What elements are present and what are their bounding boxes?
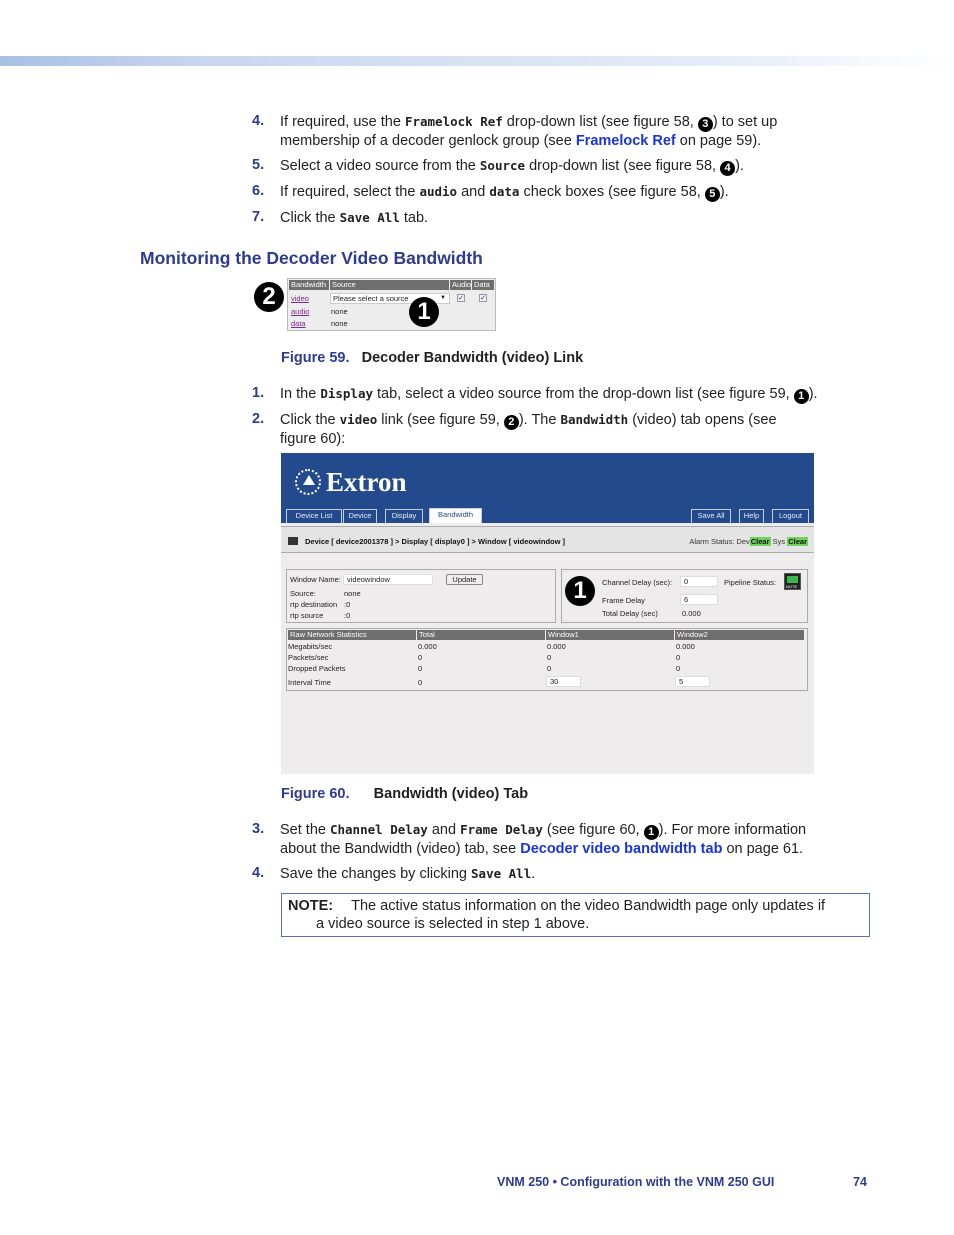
ui-term: audio: [419, 184, 458, 199]
decoder-video-bandwidth-tab-link[interactable]: Decoder video bandwidth tab: [520, 841, 722, 857]
column-header-audio: Audio: [450, 280, 472, 290]
ui-term: Framelock Ref: [404, 114, 503, 129]
extron-logo-icon: [295, 469, 321, 495]
tab-save-all[interactable]: Save All: [691, 509, 731, 523]
alarm-status: Alarm Status: DevClear Sys Clear: [689, 537, 808, 546]
window2-interval-input[interactable]: 5: [675, 676, 710, 687]
audio-link[interactable]: audio: [291, 307, 309, 316]
note-label: NOTE:: [288, 898, 334, 914]
callout-2-icon: 2: [254, 282, 284, 312]
tab-logout[interactable]: Logout: [772, 509, 809, 523]
pipeline-status-icon: [784, 573, 801, 590]
header-gradient-band: [0, 56, 954, 66]
tab-device-list[interactable]: Device List: [286, 509, 342, 523]
dropdown-arrow-icon: ▼: [440, 295, 446, 301]
source-value: none: [344, 589, 361, 598]
column-header-bandwidth: Bandwidth: [289, 280, 329, 290]
callout-icon: 1: [793, 389, 809, 404]
ui-term: video: [339, 412, 378, 427]
data-link[interactable]: data: [291, 319, 306, 328]
ui-term: data: [489, 184, 520, 199]
data-source-value: none: [331, 319, 348, 328]
ui-term: Channel Delay: [329, 822, 428, 837]
note-box: NOTE: The active status information on th…: [281, 893, 870, 937]
ui-term: Save All: [339, 210, 400, 225]
ui-term: Save All: [471, 866, 532, 881]
audio-source-value: none: [331, 307, 348, 316]
video-link[interactable]: video: [291, 294, 309, 303]
stats-header-window2: Window2: [675, 630, 804, 640]
ui-term: Frame Delay: [460, 822, 543, 837]
callout-icon: 3: [697, 117, 713, 132]
ui-term: Bandwidth: [560, 412, 629, 427]
audio-checkbox[interactable]: ✓: [457, 294, 465, 302]
section-heading: Monitoring the Decoder Video Bandwidth: [140, 248, 483, 268]
extron-logo: Extron: [295, 467, 407, 498]
frame-delay-input[interactable]: 6: [680, 594, 718, 605]
figure-60-caption: Figure 60. Bandwidth (video) Tab: [281, 786, 529, 802]
total-delay-value: 0.000: [682, 609, 701, 618]
stats-header-total: Total: [417, 630, 545, 640]
page-number: 74: [853, 1175, 867, 1189]
callout-icon: 4: [720, 161, 736, 176]
callout-1-icon: 1: [565, 576, 595, 606]
callout-icon: 5: [704, 187, 720, 202]
ui-term: Source: [479, 158, 526, 173]
callout-1-icon: 1: [409, 297, 439, 327]
callout-icon: 1: [643, 825, 659, 840]
figure-59-bandwidth-table: Bandwidth Source Audio Data video Please…: [287, 278, 496, 331]
data-checkbox[interactable]: ✓: [479, 294, 487, 302]
window1-interval-input[interactable]: 30: [546, 676, 581, 687]
breadcrumb: Device [ device2001378 ] > Display [ dis…: [305, 537, 566, 546]
update-button[interactable]: Update: [446, 574, 483, 585]
rtp-destination-value: :0: [344, 600, 351, 609]
dev-status-badge: Clear: [749, 537, 771, 546]
app-banner: Extron Device List Device Display Bandwi…: [281, 453, 814, 523]
sys-status-badge: Clear: [787, 537, 808, 546]
footer-title: VNM 250 • Configuration with the VNM 250…: [497, 1175, 775, 1189]
figure-59-caption: Figure 59. Decoder Bandwidth (video) Lin…: [281, 350, 584, 366]
framelock-ref-link[interactable]: Framelock Ref: [576, 133, 676, 149]
column-header-source: Source: [330, 280, 449, 290]
rtp-source-value: :0: [344, 611, 351, 620]
window-name-input[interactable]: videowindow: [343, 574, 433, 585]
window-icon: [288, 537, 298, 545]
tab-help[interactable]: Help: [739, 509, 764, 523]
column-header-data: Data: [472, 280, 494, 290]
tab-device[interactable]: Device: [343, 509, 377, 523]
figure-60-bandwidth-tab-screenshot: Extron Device List Device Display Bandwi…: [281, 453, 814, 774]
tab-display[interactable]: Display: [385, 509, 423, 523]
callout-icon: 2: [503, 415, 519, 430]
stats-header-window1: Window1: [546, 630, 674, 640]
ui-term: Display: [320, 386, 373, 401]
channel-delay-input[interactable]: 0: [680, 576, 718, 587]
stats-header-label: Raw Network Statistics: [288, 630, 416, 640]
tab-bandwidth[interactable]: Bandwidth: [429, 508, 482, 523]
